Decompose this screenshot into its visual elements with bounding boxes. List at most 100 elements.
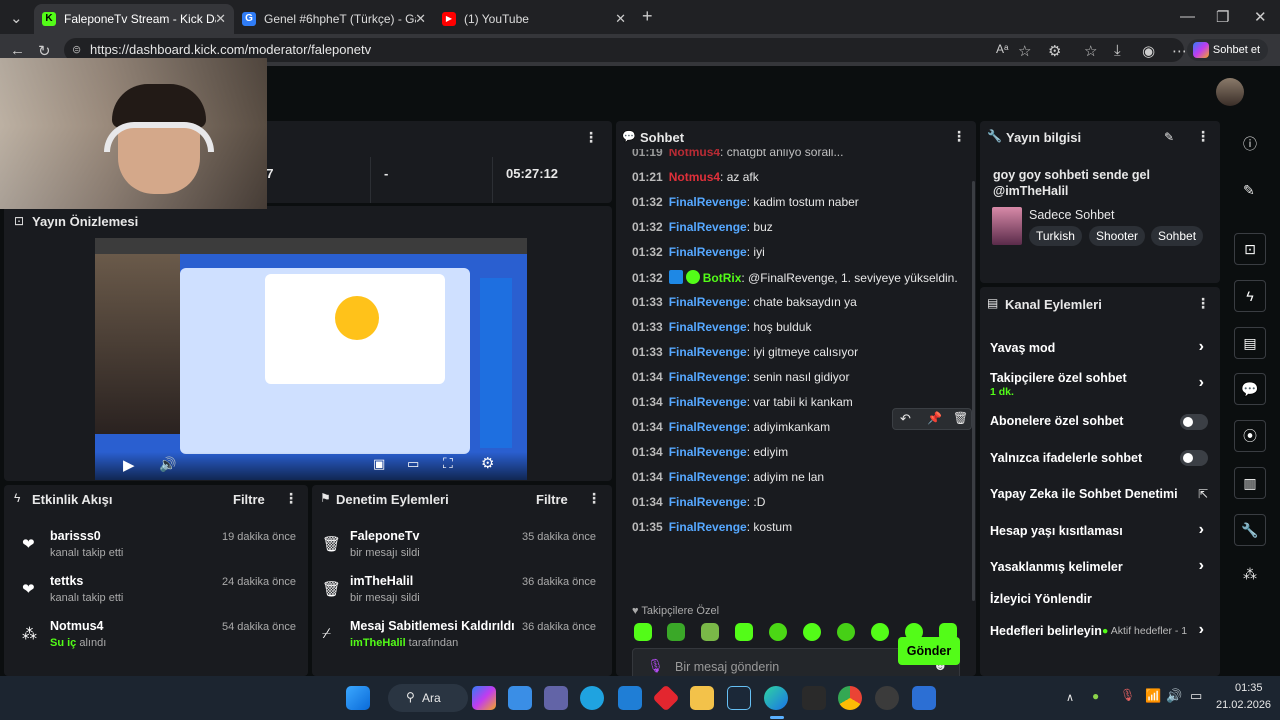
tray-icon[interactable]: ● — [1092, 689, 1099, 703]
theater-icon[interactable]: ▭ — [407, 456, 419, 472]
chat-user[interactable]: FinalRevenge — [669, 220, 747, 234]
edit-rail-icon[interactable]: ✎ — [1243, 182, 1255, 199]
close-tab-icon[interactable]: ✕ — [615, 11, 626, 27]
volume-tray-icon[interactable]: 🔊 — [1166, 688, 1182, 704]
subs-chat-toggle[interactable] — [1180, 414, 1208, 430]
top-avatar[interactable] — [1216, 78, 1244, 106]
chat-user[interactable]: FinalRevenge — [669, 445, 747, 459]
emote-icon[interactable] — [701, 623, 719, 641]
battery-icon[interactable]: ▭ — [1190, 688, 1202, 704]
tag-turkish[interactable]: Turkish — [1029, 226, 1082, 246]
tab-gartic[interactable]: G Genel #6hpheT (Türkçe) - Gartic.io ✕ — [234, 4, 434, 34]
chat-messages[interactable]: 01:19 Notmus4: chatgbt anlıyo sorali... 0… — [616, 149, 976, 607]
chat-user[interactable]: FinalRevenge — [669, 195, 747, 209]
store-icon[interactable] — [508, 686, 532, 710]
chat-message[interactable]: 01:34 FinalRevenge: adiyim ne lan — [632, 470, 824, 484]
chat-message[interactable]: 01:32 FinalRevenge: iyi — [632, 245, 765, 259]
emote-icon[interactable] — [735, 623, 753, 641]
favorite-star-icon[interactable]: ☆ — [1018, 42, 1031, 60]
close-window-icon[interactable]: ✕ — [1254, 8, 1267, 26]
close-tab-icon[interactable]: ✕ — [415, 11, 426, 27]
preview-rail-button[interactable]: ⊡ — [1234, 233, 1266, 265]
mod-actions-menu-icon[interactable]: ⋮ — [587, 490, 601, 507]
mod-actions-filter-button[interactable]: Filtre — [536, 492, 568, 507]
chat-message[interactable]: 01:33 FinalRevenge: iyi gitmeye calısıyor — [632, 345, 858, 359]
start-icon[interactable] — [346, 686, 370, 710]
chat-message[interactable]: 01:34 FinalRevenge: ediyim — [632, 445, 788, 459]
app-red-icon[interactable] — [652, 684, 680, 712]
mod-action-item[interactable]: ⌿ Mesaj Sabitlemesi Kaldırıldı imTheHali… — [312, 619, 602, 659]
chat-user[interactable]: BotRix — [703, 271, 742, 285]
teams-icon[interactable] — [544, 686, 568, 710]
folder-icon[interactable] — [690, 686, 714, 710]
emote-icon[interactable] — [871, 623, 889, 641]
edit-icon[interactable]: ✎ — [1164, 130, 1174, 144]
downloads-icon[interactable]: ⤓ — [1114, 42, 1121, 59]
maximize-icon[interactable]: ❐ — [1216, 8, 1229, 26]
chat-message[interactable]: 01:34 FinalRevenge: var tabii ki kankam — [632, 395, 853, 409]
category-thumbnail[interactable] — [992, 207, 1022, 245]
chat-message[interactable]: 01:32 FinalRevenge: kadim tostum naber — [632, 195, 859, 209]
reply-icon[interactable]: ↶ — [900, 411, 911, 427]
close-tab-icon[interactable]: ✕ — [215, 11, 226, 27]
chat-message[interactable]: 01:32 BotRix: @FinalRevenge, 1. seviyeye … — [632, 270, 958, 285]
chat-message[interactable]: 01:32 FinalRevenge: buz — [632, 220, 773, 234]
steam-icon[interactable] — [727, 686, 751, 710]
chat-user[interactable]: FinalRevenge — [669, 520, 747, 534]
notes-rail-button[interactable]: ▤ — [1234, 327, 1266, 359]
activity-menu-icon[interactable]: ⋮ — [284, 490, 298, 507]
stats-menu-icon[interactable]: ⋮ — [584, 129, 598, 146]
chat-user[interactable]: FinalRevenge — [669, 395, 747, 409]
emote-icon[interactable] — [803, 623, 821, 641]
emote-icon[interactable] — [769, 623, 787, 641]
chat-message[interactable]: 01:35 FinalRevenge: kostum — [632, 520, 792, 534]
favorites-icon[interactable]: ☆ — [1084, 42, 1097, 60]
volume-icon[interactable]: 🔊 — [159, 456, 176, 473]
chat-message[interactable]: 01:34 FinalRevenge: adiyimkankam — [632, 420, 830, 434]
vscode-icon[interactable] — [618, 686, 642, 710]
chat-user[interactable]: FinalRevenge — [669, 420, 747, 434]
category-name[interactable]: Sadece Sohbet — [1029, 208, 1115, 222]
wrench-rail-button[interactable]: 🔧 — [1234, 514, 1266, 546]
chat-user[interactable]: Notmus4 — [669, 170, 720, 184]
chat-message[interactable]: 01:19 Notmus4: chatgbt anlıyo sorali... — [632, 149, 843, 159]
taskbar-time[interactable]: 01:35 — [1235, 682, 1263, 694]
loyalty-rail-icon[interactable]: ⁂ — [1243, 566, 1257, 583]
tab-youtube[interactable]: ▶ (1) YouTube ✕ — [434, 4, 634, 34]
send-button[interactable]: Gönder — [898, 637, 960, 665]
chat-user[interactable]: FinalRevenge — [669, 345, 747, 359]
mic-icon[interactable]: 🎙 — [647, 658, 664, 674]
activity-rail-button[interactable]: ϟ — [1234, 280, 1266, 312]
app-blue-icon[interactable] — [912, 686, 936, 710]
mod-action-item[interactable]: 🗑 FaleponeTv bir mesajı sildi 35 dakika … — [312, 529, 602, 569]
pin-icon[interactable]: 📌 — [927, 411, 942, 425]
emote-icon[interactable] — [837, 623, 855, 641]
new-tab-icon[interactable]: + — [642, 6, 653, 27]
more-icon[interactable]: ⋯ — [1172, 42, 1187, 60]
chat-rail-button[interactable]: 💬 — [1234, 373, 1266, 405]
chat-user[interactable]: FinalRevenge — [669, 245, 747, 259]
chat-menu-icon[interactable]: ⋮ — [952, 128, 966, 145]
chat-scrollbar[interactable] — [972, 181, 975, 601]
taskbar-date[interactable]: 21.02.2026 — [1216, 699, 1271, 711]
copilot-button[interactable]: Sohbet et — [1186, 39, 1268, 61]
profile-icon[interactable]: ◉ — [1142, 42, 1155, 60]
settings-icon[interactable]: ⚙ — [481, 454, 494, 472]
wifi-icon[interactable]: 📶 — [1145, 688, 1161, 704]
tag-shooter[interactable]: Shooter — [1089, 226, 1146, 246]
chat-user[interactable]: FinalRevenge — [669, 370, 747, 384]
back-icon[interactable]: ← — [10, 42, 25, 59]
activity-filter-button[interactable]: Filtre — [233, 492, 265, 507]
chat-message[interactable]: 01:34 FinalRevenge: senin nasıl gidiyor — [632, 370, 849, 384]
app-icon[interactable] — [580, 686, 604, 710]
taskbar-search[interactable]: ⚲ Ara — [388, 684, 468, 712]
mod-action-item[interactable]: 🗑 imTheHalil bir mesajı sildi 36 dakika … — [312, 574, 602, 614]
chat-user[interactable]: FinalRevenge — [669, 470, 747, 484]
activity-item[interactable]: ⁂ Notmus4 Su iç alındı 54 dakika önce — [12, 619, 302, 659]
edge-icon[interactable] — [764, 686, 788, 710]
actions-rail-button[interactable]: ▥ — [1234, 467, 1266, 499]
chat-user[interactable]: FinalRevenge — [669, 295, 747, 309]
tag-sohbet[interactable]: Sohbet — [1151, 226, 1204, 246]
delete-icon[interactable]: 🗑 — [953, 411, 968, 425]
extensions-icon[interactable]: ⚙ — [1048, 42, 1061, 60]
